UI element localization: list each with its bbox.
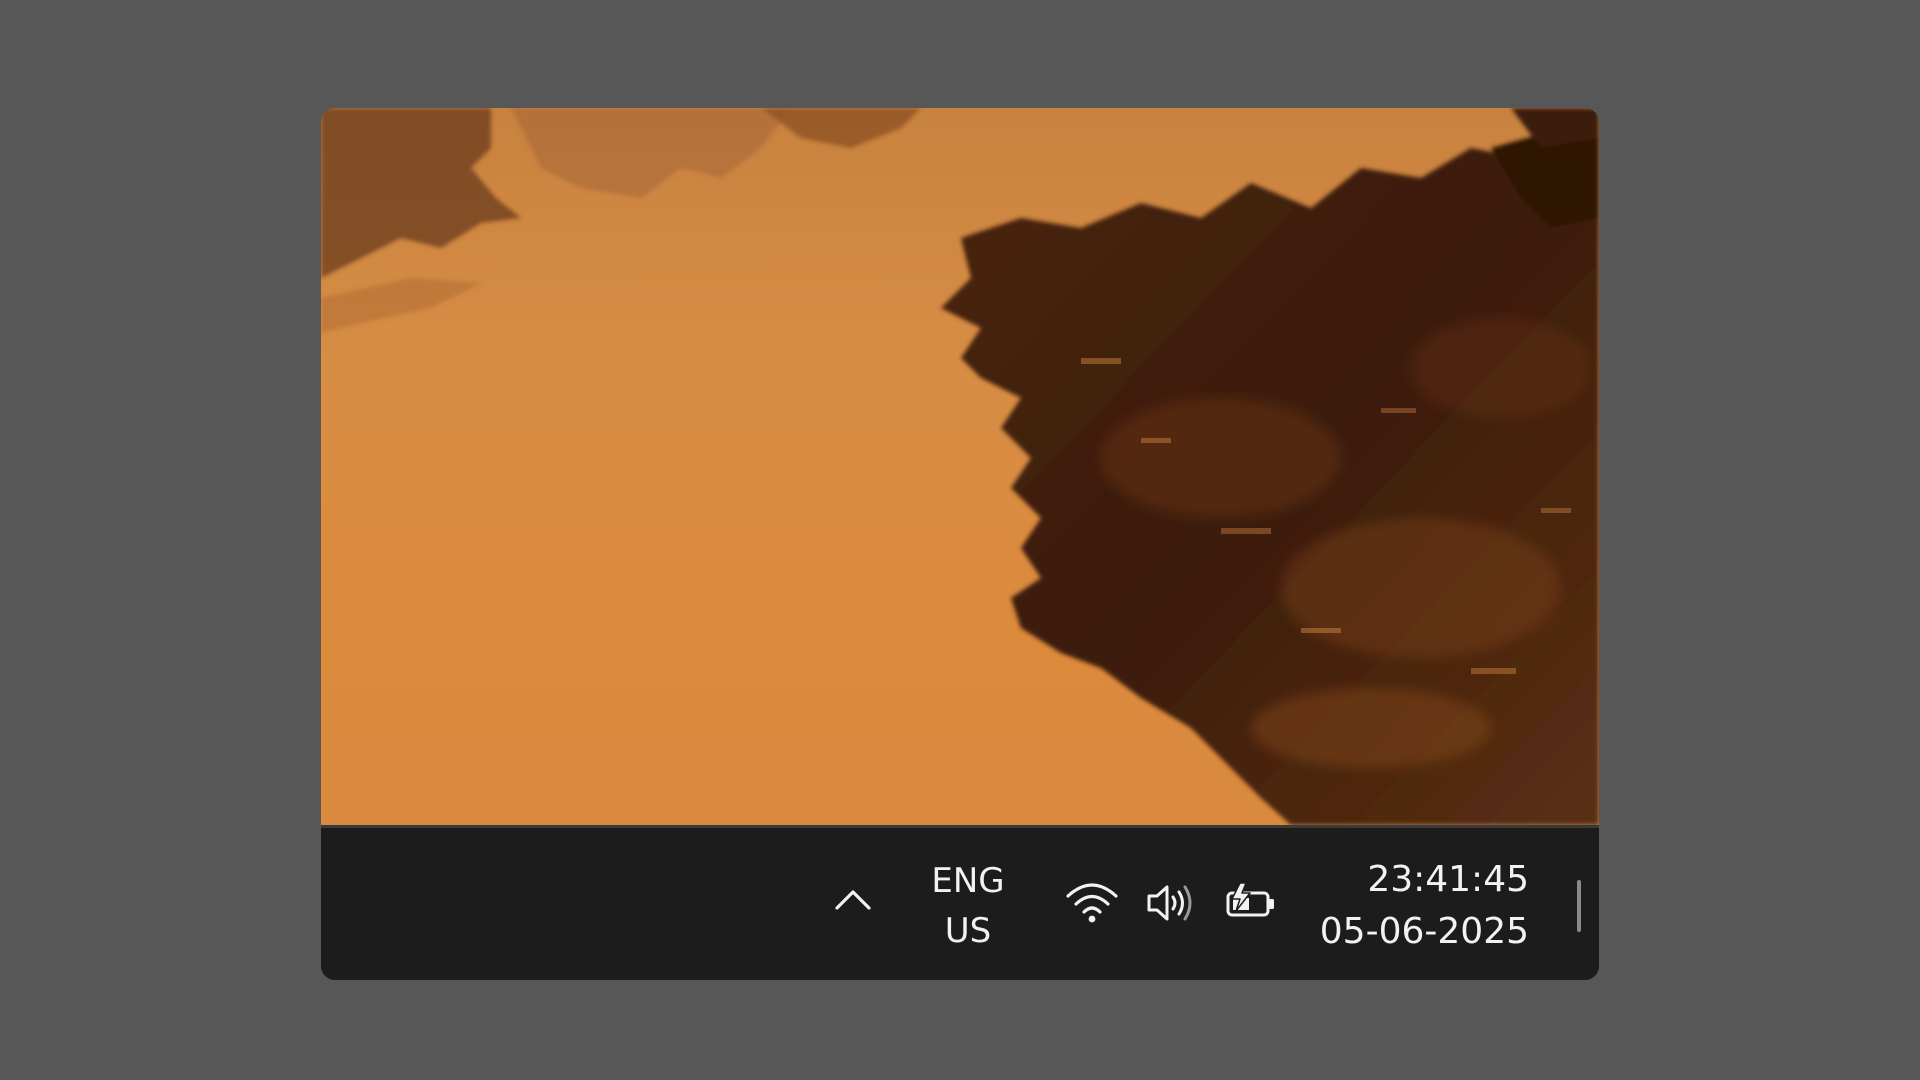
clock-button[interactable]: 23:41:45 05-06-2025 [1311,854,1529,958]
quick-settings-button[interactable] [1061,872,1283,934]
battery-charging-icon [1221,872,1283,934]
show-hidden-icons-button[interactable] [825,878,881,926]
chevron-up-icon [833,888,873,916]
volume-icon [1141,872,1203,934]
clock-date: 05-06-2025 [1319,911,1529,952]
show-desktop-button[interactable] [1577,880,1581,932]
wifi-icon [1061,872,1123,934]
input-language-button[interactable]: ENG US [913,858,1023,954]
language-code: ENG [931,861,1005,901]
language-region: US [944,911,992,951]
screenshot-frame: ENG US 23:41:45 05-06-2025 [321,108,1599,980]
desktop-wallpaper [321,108,1599,825]
clock-time: 23:41:45 [1367,859,1529,900]
taskbar: ENG US 23:41:45 05-06-2025 [321,828,1599,980]
